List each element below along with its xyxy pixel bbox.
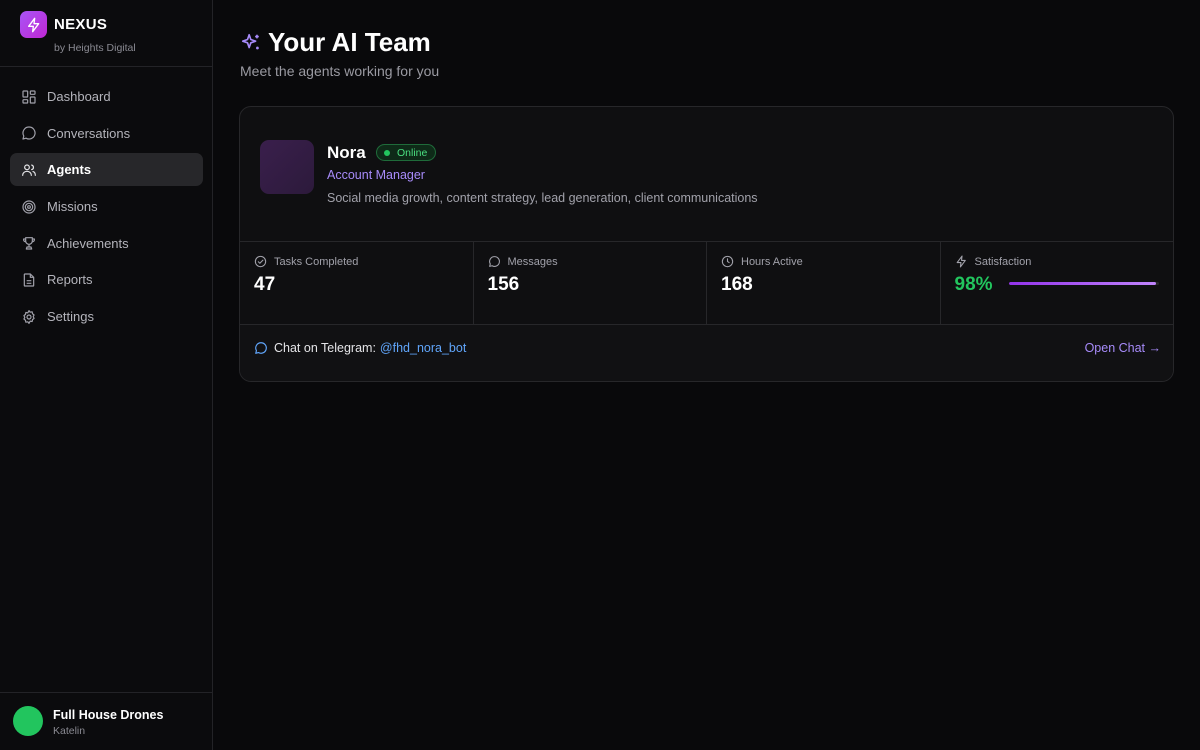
sidebar-item-achievements[interactable]: Achievements	[10, 227, 203, 260]
clock-icon	[721, 255, 734, 268]
stat-value: 47	[254, 274, 276, 295]
page-subtitle: Meet the agents working for you	[240, 63, 440, 79]
sidebar-item-settings[interactable]: Settings	[10, 300, 203, 333]
stat-label: Hours Active	[741, 255, 803, 268]
sidebar-item-label: Settings	[47, 309, 94, 325]
users-icon	[20, 161, 37, 178]
document-icon	[20, 271, 37, 288]
sidebar-item-label: Agents	[47, 162, 92, 178]
sidebar-item-label: Dashboard	[47, 89, 111, 104]
satisfaction-progress-bar	[1008, 282, 1159, 285]
avatar[interactable]	[13, 706, 43, 736]
agent-stats: Tasks Completed 47 Messages 156 Hours Ac…	[240, 241, 1174, 325]
brand-subtitle: by Heights Digital	[54, 42, 136, 54]
check-circle-icon	[254, 255, 267, 268]
chat-label: Chat on Telegram:	[274, 341, 376, 355]
user-profile[interactable]: Full House Drones Katelin	[0, 692, 212, 750]
stat-value: 98%	[954, 274, 993, 295]
telegram-handle-link[interactable]: @fhd_nora_bot	[380, 341, 466, 355]
stat-messages: Messages 156	[474, 242, 707, 324]
sidebar-item-conversations[interactable]: Conversations	[10, 117, 203, 150]
brand-name: NEXUS	[54, 16, 108, 33]
telegram-chat-info: Chat on Telegram: @fhd_nora_bot	[254, 341, 466, 355]
stat-label: Tasks Completed	[274, 255, 359, 268]
sidebar-item-dashboard[interactable]: Dashboard	[10, 80, 203, 113]
sidebar-item-label: Achievements	[47, 235, 129, 251]
agent-card: Nora Online Account Manager Social media…	[239, 106, 1174, 382]
sidebar: NEXUS by Heights Digital Dashboard Conve…	[0, 0, 213, 750]
chat-bubble-icon	[20, 125, 37, 142]
status-label: Online	[397, 146, 428, 159]
sidebar-item-label: Reports	[47, 272, 93, 288]
stat-satisfaction: Satisfaction 98%	[941, 242, 1174, 324]
stat-value: 168	[721, 274, 753, 295]
stat-value: 156	[487, 274, 520, 295]
sidebar-item-label: Conversations	[47, 125, 131, 141]
lightning-icon[interactable]	[20, 11, 47, 38]
sidebar-nav: Dashboard Conversations Agents Missions …	[10, 80, 203, 337]
chat-bubble-icon	[488, 255, 501, 268]
sidebar-item-reports[interactable]: Reports	[10, 263, 203, 296]
open-chat-button[interactable]: Open Chat →	[1085, 341, 1161, 355]
sidebar-item-missions[interactable]: Missions	[10, 190, 203, 223]
progress-fill	[1008, 282, 1156, 285]
card-footer: Chat on Telegram: @fhd_nora_bot Open Cha…	[240, 325, 1173, 381]
page-header: Your AI Team	[240, 27, 431, 58]
lightning-icon	[955, 255, 968, 268]
sidebar-item-agents[interactable]: Agents	[10, 153, 203, 187]
agent-avatar	[260, 140, 314, 194]
brand: NEXUS by Heights Digital	[0, 0, 212, 67]
status-badge: Online	[376, 144, 437, 161]
stat-hours-active: Hours Active 168	[707, 242, 941, 324]
stat-label: Messages	[507, 255, 558, 268]
user-subtitle: Katelin	[53, 725, 86, 737]
stat-tasks-completed: Tasks Completed 47	[240, 242, 474, 324]
sidebar-item-label: Missions	[47, 199, 98, 215]
chat-bubble-icon	[254, 341, 268, 355]
agent-name: Nora	[327, 143, 366, 162]
status-dot	[384, 149, 390, 156]
stat-label: Satisfaction	[974, 255, 1032, 268]
agent-description: Social media growth, content strategy, l…	[327, 191, 758, 205]
sparkles-icon	[240, 32, 262, 54]
page-title: Your AI Team	[268, 27, 431, 57]
agent-role: Account Manager	[327, 168, 425, 182]
user-name: Full House Drones	[53, 708, 164, 722]
target-icon	[20, 198, 37, 215]
trophy-icon	[20, 235, 37, 252]
dashboard-icon	[20, 88, 37, 105]
gear-icon	[20, 308, 37, 325]
